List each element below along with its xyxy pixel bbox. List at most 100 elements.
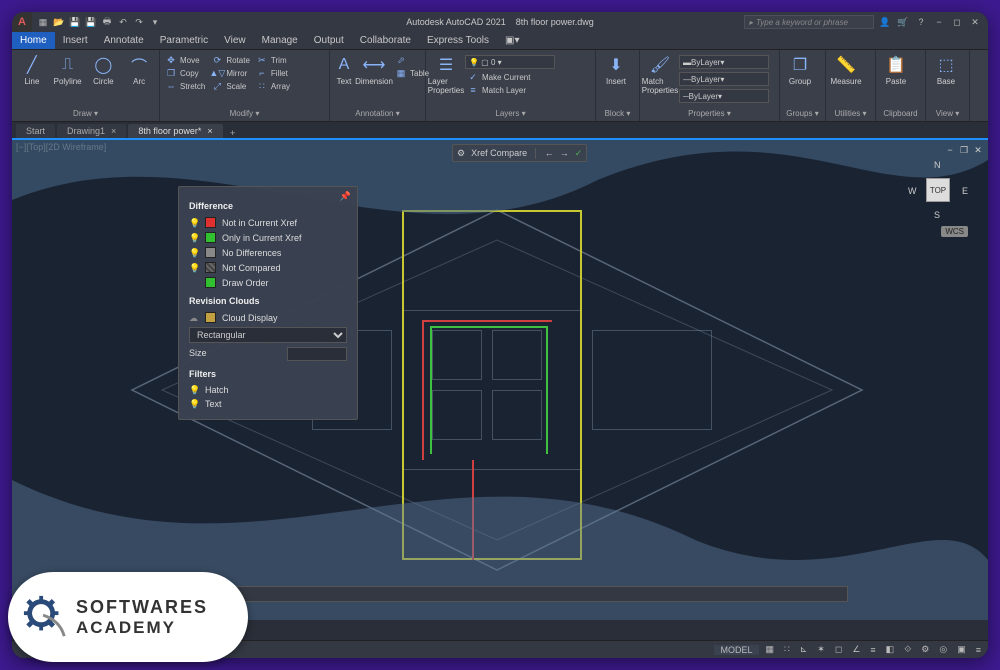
isolate-button[interactable]: ◎ [936,644,950,655]
filter-text[interactable]: 💡Text [189,397,347,411]
ribbon-tab-view[interactable]: View [216,32,254,49]
diff-not-compared[interactable]: 💡Not Compared [189,260,347,275]
help-icon[interactable]: ? [914,15,928,29]
group-button[interactable]: ❐Group [783,52,817,86]
ribbon-tab-annotate[interactable]: Annotate [96,32,152,49]
mirror-button[interactable]: ▲▽Mirror [209,67,252,79]
model-space-button[interactable]: MODEL [714,645,758,655]
viewcube-face[interactable]: TOP [926,178,950,202]
arc-button[interactable]: ⌒Arc [122,52,156,86]
compass-w[interactable]: W [908,186,917,196]
match-layer-button[interactable]: ≡Match Layer [465,84,575,96]
minimize-icon[interactable]: − [932,15,946,29]
cloud-display-toggle[interactable]: ☁Cloud Display [189,310,347,325]
stretch-button[interactable]: ⇔Stretch [163,80,207,92]
qat-undo-icon[interactable]: ↶ [116,15,130,29]
drawing-restore-icon[interactable]: ❐ [958,144,970,156]
annotation-scale[interactable]: ⟐ [901,644,914,655]
diff-draw-order[interactable]: 💡Draw Order [189,275,347,290]
new-tab-button[interactable]: + [225,128,241,138]
array-button[interactable]: ∷Array [254,80,292,92]
panel-title-clipboard[interactable]: Clipboard [879,108,922,119]
qat-more-icon[interactable]: ▾ [148,15,162,29]
panel-title-view[interactable]: View ▾ [929,108,966,119]
xref-compare-toolbar[interactable]: ⚙ Xref Compare │ ← → ✓ [452,144,587,162]
ribbon-tab-manage[interactable]: Manage [254,32,306,49]
linetype-combo[interactable]: ─ ByLayer ▾ [679,89,769,103]
panel-title-utilities[interactable]: Utilities ▾ [829,108,872,119]
qat-redo-icon[interactable]: ↷ [132,15,146,29]
cloud-size-input[interactable] [287,347,347,361]
workspace-button[interactable]: ⚙ [918,644,932,655]
panel-pin-icon[interactable]: 📌 [340,191,351,202]
lineweight-toggle[interactable]: ≡ [867,645,878,655]
ribbon-tab-insert[interactable]: Insert [55,32,96,49]
grid-toggle[interactable]: ▦ [763,644,778,655]
wcs-badge[interactable]: WCS [941,226,968,237]
close-tab-icon[interactable]: × [111,126,116,136]
cloud-shape-select[interactable]: Rectangular [189,327,347,343]
move-button[interactable]: ✥Move [163,54,207,66]
panel-title-properties[interactable]: Properties ▾ [643,108,776,119]
rotate-button[interactable]: ⟳Rotate [209,54,252,66]
panel-title-draw[interactable]: Draw ▾ [15,108,156,119]
panel-title-groups[interactable]: Groups ▾ [783,108,822,119]
compass-n[interactable]: N [934,160,941,170]
xref-prev-icon[interactable]: ← [545,148,554,158]
xref-compare-panel[interactable]: 📌 Difference 💡Not in Current Xref 💡Only … [178,186,358,420]
close-tab-icon[interactable]: × [207,126,212,136]
ribbon-tab-parametric[interactable]: Parametric [152,32,216,49]
line-button[interactable]: ╱Line [15,52,49,86]
app-logo[interactable]: A [12,12,32,32]
drawing-close-icon[interactable]: ✕ [972,144,984,156]
layer-combo[interactable]: 💡 ▢ 0 ▾ [465,55,555,69]
qat-plot-icon[interactable]: 🖶 [100,15,114,29]
panel-title-block[interactable]: Block ▾ [599,108,636,119]
paste-button[interactable]: 📋Paste [879,52,913,86]
gear-icon[interactable]: ⚙ [457,148,465,159]
compass-e[interactable]: E [962,186,968,196]
diff-not-in-current[interactable]: 💡Not in Current Xref [189,215,347,230]
xref-next-icon[interactable]: → [560,148,569,158]
diff-only-in-current[interactable]: 💡Only in Current Xref [189,230,347,245]
transparency-toggle[interactable]: ◧ [883,644,898,655]
ribbon-tab-collaborate[interactable]: Collaborate [352,32,419,49]
otrack-toggle[interactable]: ∠ [849,644,863,655]
drawing-minimize-icon[interactable]: − [944,144,956,156]
ribbon-tab-output[interactable]: Output [306,32,352,49]
base-button[interactable]: ⬚Base [929,52,963,86]
match-props-button[interactable]: 🖌Match Properties [643,52,677,95]
snap-toggle[interactable]: ∷ [781,644,793,655]
file-tab-start[interactable]: Start [16,124,55,138]
ribbon-tab-featured[interactable]: ▣▾ [497,32,527,49]
panel-title-layers[interactable]: Layers ▾ [429,108,592,119]
dimension-button[interactable]: ⟷Dimension [357,52,391,86]
maximize-icon[interactable]: ◻ [950,15,964,29]
autodesk-app-icon[interactable]: 🛒 [896,15,910,29]
polyline-button[interactable]: ⎍Polyline [51,52,85,86]
ribbon-tab-express[interactable]: Express Tools [419,32,497,49]
circle-button[interactable]: ◯Circle [87,52,121,86]
close-icon[interactable]: ✕ [968,15,982,29]
osnap-toggle[interactable]: ◻ [832,644,845,655]
ortho-toggle[interactable]: ⊾ [797,644,811,655]
file-tab-8th-floor[interactable]: 8th floor power*× [128,124,222,138]
compass-s[interactable]: S [934,210,940,220]
drawing-canvas[interactable]: [−][Top][2D Wireframe] [12,140,988,620]
ribbon-tab-home[interactable]: Home [12,32,55,49]
lineweight-combo[interactable]: — ByLayer ▾ [679,72,769,86]
signin-icon[interactable]: 👤 [878,15,892,29]
insert-button[interactable]: ⬇Insert [599,52,633,86]
qat-new-icon[interactable]: ▦ [36,15,50,29]
scale-button[interactable]: ⤢Scale [209,80,252,92]
layer-properties-button[interactable]: ☰Layer Properties [429,52,463,95]
xref-done-icon[interactable]: ✓ [575,148,583,159]
viewcube[interactable]: N S E W TOP [908,160,968,220]
help-search-input[interactable]: ▸Type a keyword or phrase [744,15,874,29]
copy-button[interactable]: ❐Copy [163,67,207,79]
color-combo[interactable]: ▬ ByLayer ▾ [679,55,769,69]
measure-button[interactable]: 📏Measure [829,52,863,86]
qat-saveas-icon[interactable]: 💾 [84,15,98,29]
customization-button[interactable]: ≡ [973,645,984,655]
qat-open-icon[interactable]: 📂 [52,15,66,29]
